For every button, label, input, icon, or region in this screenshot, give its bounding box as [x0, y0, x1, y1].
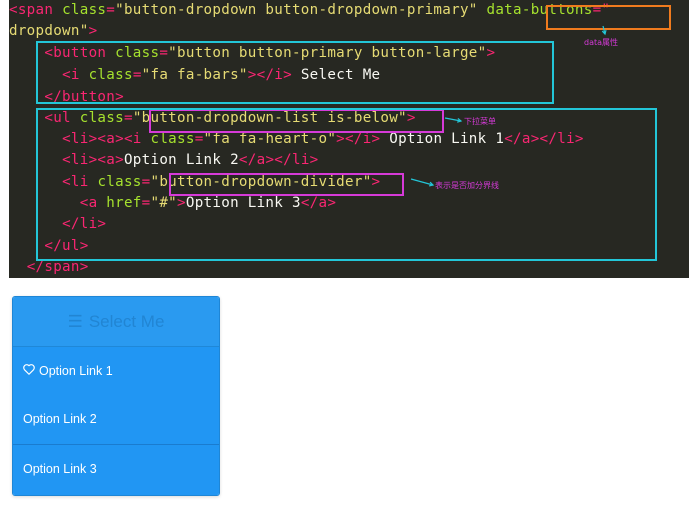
- button-dropdown: ☰ Select Me Option Link 1 Option Link 2 …: [12, 296, 220, 496]
- dropdown-list: Option Link 1 Option Link 2 Option Link …: [13, 347, 219, 495]
- option-link-1-label: Option Link 1: [39, 364, 113, 378]
- bars-icon: ☰: [67, 311, 83, 331]
- select-me-label: Select Me: [88, 311, 165, 331]
- option-link-2-label: Option Link 2: [23, 412, 97, 426]
- select-me-button[interactable]: ☰ Select Me: [13, 297, 219, 347]
- annotation-arrows: [410, 25, 607, 187]
- option-link-1[interactable]: Option Link 1: [13, 347, 219, 395]
- code-panel: <span class="button-dropdown button-drop…: [9, 0, 689, 278]
- option-link-2[interactable]: Option Link 2: [13, 395, 219, 443]
- option-link-3[interactable]: Option Link 3: [13, 445, 219, 493]
- heart-o-icon: [23, 364, 35, 378]
- divider-arrow: [410, 178, 434, 186]
- option-link-3-label: Option Link 3: [23, 462, 97, 476]
